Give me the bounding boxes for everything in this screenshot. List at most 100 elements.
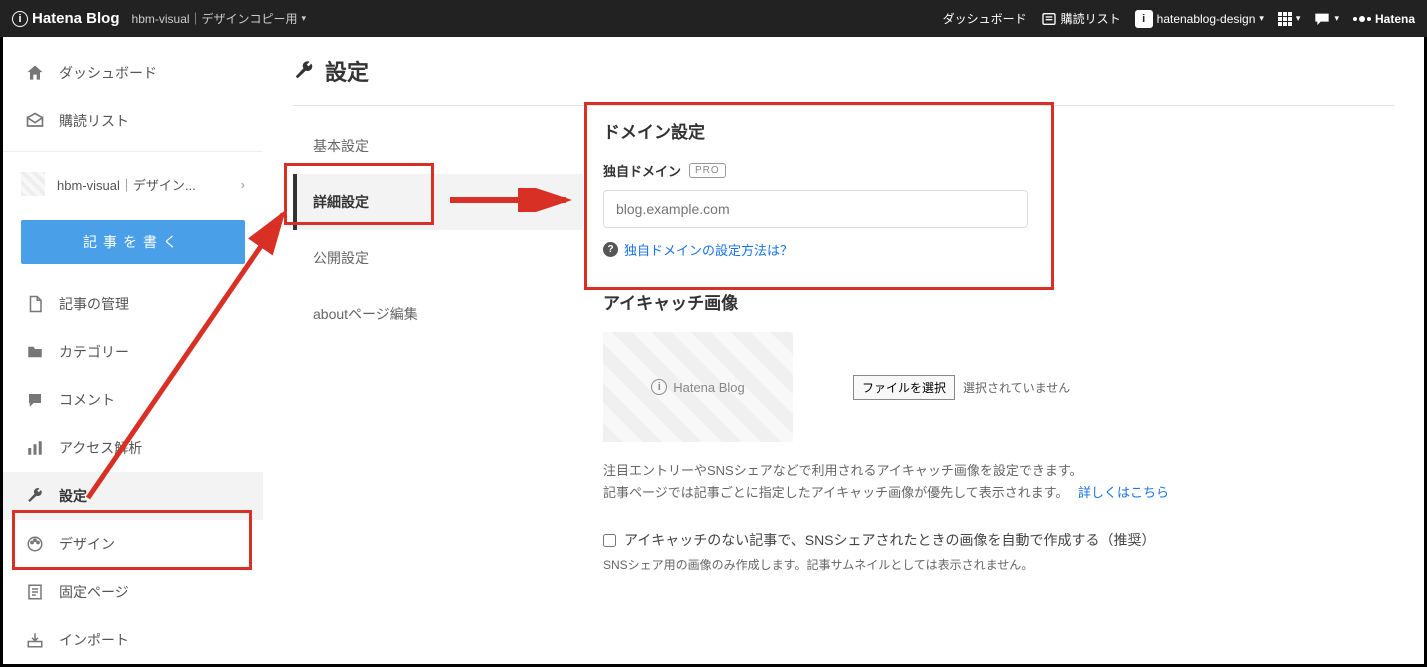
topbar-left: i Hatena Blog hbm-visual｜デザインコピー用 bbox=[12, 10, 306, 27]
page-icon bbox=[25, 582, 45, 602]
caret-down-icon: ▾ bbox=[1296, 13, 1301, 24]
wrench-icon bbox=[293, 60, 315, 82]
reading-list-label: 購読リスト bbox=[1061, 10, 1121, 27]
section-domain: ドメイン設定 独自ドメイン PRO ? 独自ドメインの設定方法は？ bbox=[603, 118, 1394, 259]
chevron-right-icon: › bbox=[241, 177, 245, 192]
sidebar-item-pages[interactable]: 固定ページ bbox=[3, 568, 263, 616]
speech-bubble-icon bbox=[1314, 12, 1330, 26]
blog-selector[interactable]: hbm-visual｜デザイン... › bbox=[3, 158, 263, 210]
sidebar-item-label: 固定ページ bbox=[59, 582, 129, 602]
topbar-reading-list-link[interactable]: 購読リスト bbox=[1041, 10, 1121, 27]
pro-badge: PRO bbox=[689, 163, 726, 178]
file-select-button[interactable]: ファイルを選択 bbox=[853, 375, 955, 400]
domain-field-label-text: 独自ドメイン bbox=[603, 161, 681, 180]
wrench-icon bbox=[25, 486, 45, 506]
content: 設定 基本設定 詳細設定 公開設定 aboutページ編集 ドメイン設定 bbox=[263, 37, 1424, 664]
help-icon: ? bbox=[603, 242, 618, 257]
sidebar-item-label: アクセス解析 bbox=[59, 438, 142, 458]
blog-selector-label: hbm-visual｜デザイン... bbox=[57, 175, 229, 194]
tab-about[interactable]: aboutページ編集 bbox=[293, 286, 583, 342]
sidebar-item-label: 購読リスト bbox=[59, 111, 129, 131]
hatena-brand-link[interactable]: Hatena bbox=[1353, 12, 1415, 26]
sidebar-item-label: インポート bbox=[59, 630, 129, 650]
blog-switcher-label: hbm-visual｜デザインコピー用 bbox=[132, 10, 298, 27]
palette-icon bbox=[25, 534, 45, 554]
sidebar-item-label: ダッシュボード bbox=[59, 63, 157, 83]
sidebar-item-comments[interactable]: コメント bbox=[3, 376, 263, 424]
tab-advanced[interactable]: 詳細設定 bbox=[293, 174, 583, 230]
chart-icon bbox=[25, 438, 45, 458]
eyecatch-auto-checkbox-row[interactable]: アイキャッチのない記事で、SNSシェアされたときの画像を自動で作成する（推奨） bbox=[603, 530, 1394, 550]
domain-field-label: 独自ドメイン PRO bbox=[603, 161, 1394, 180]
eyecatch-desc-2: 記事ページでは記事ごとに指定したアイキャッチ画像が優先して表示されます。 bbox=[603, 485, 1068, 500]
topbar: i Hatena Blog hbm-visual｜デザインコピー用 ダッシュボー… bbox=[0, 0, 1427, 37]
topbar-dashboard-link[interactable]: ダッシュボード bbox=[943, 10, 1027, 27]
write-post-button[interactable]: 記事を書く bbox=[21, 220, 245, 264]
caret-down-icon: ▾ bbox=[1259, 13, 1264, 24]
document-icon bbox=[25, 294, 45, 314]
logo-mark-icon: i bbox=[651, 379, 667, 395]
grid-icon bbox=[1278, 12, 1292, 26]
eyecatch-preview-label: Hatena Blog bbox=[673, 380, 745, 395]
file-row: ファイルを選択 選択されていません bbox=[853, 375, 1070, 400]
logo-mark-icon: i bbox=[12, 11, 28, 27]
comment-icon bbox=[25, 390, 45, 410]
tab-publish[interactable]: 公開設定 bbox=[293, 230, 583, 286]
eyecatch-more-link[interactable]: 詳しくはこちら bbox=[1078, 485, 1169, 500]
page-title-text: 設定 bbox=[325, 55, 369, 87]
section-eyecatch: アイキャッチ画像 i Hatena Blog ファイルを選択 選択されていません… bbox=[603, 289, 1394, 573]
settings-body: 基本設定 詳細設定 公開設定 aboutページ編集 ドメイン設定 独自ドメイン … bbox=[293, 118, 1394, 603]
sidebar-item-categories[interactable]: カテゴリー bbox=[3, 328, 263, 376]
sidebar-item-label: 設定 bbox=[59, 486, 87, 506]
sidebar-item-posts[interactable]: 記事の管理 bbox=[3, 280, 263, 328]
file-status: 選択されていません bbox=[963, 379, 1070, 396]
sidebar-item-label: コメント bbox=[59, 390, 115, 410]
sidebar-item-settings[interactable]: 設定 bbox=[3, 472, 263, 520]
domain-help-link[interactable]: 独自ドメインの設定方法は？ bbox=[624, 240, 793, 259]
hatena-dots-icon bbox=[1353, 16, 1371, 22]
newspaper-icon bbox=[1041, 11, 1057, 27]
eyecatch-desc: 注目エントリーやSNSシェアなどで利用されるアイキャッチ画像を設定できます。 記… bbox=[603, 460, 1394, 504]
sidebar-item-design[interactable]: デザイン bbox=[3, 520, 263, 568]
user-label: hatenablog-design bbox=[1157, 12, 1256, 26]
sidebar: ダッシュボード 購読リスト hbm-visual｜デザイン... › 記事を書く… bbox=[3, 37, 263, 664]
sidebar-item-label: カテゴリー bbox=[59, 342, 129, 362]
eyecatch-checkbox-label: アイキャッチのない記事で、SNSシェアされたときの画像を自動で作成する（推奨） bbox=[624, 530, 1156, 550]
notifications[interactable]: ▾ bbox=[1314, 12, 1339, 26]
folder-icon bbox=[25, 342, 45, 362]
sidebar-item-analytics[interactable]: アクセス解析 bbox=[3, 424, 263, 472]
home-icon bbox=[25, 63, 45, 83]
eyecatch-desc-1: 注目エントリーやSNSシェアなどで利用されるアイキャッチ画像を設定できます。 bbox=[603, 460, 1394, 482]
eyecatch-desc-2-row: 記事ページでは記事ごとに指定したアイキャッチ画像が優先して表示されます。 詳しく… bbox=[603, 482, 1394, 504]
sidebar-item-dashboard[interactable]: ダッシュボード bbox=[3, 49, 263, 97]
sidebar-item-import[interactable]: インポート bbox=[3, 616, 263, 664]
blog-switcher[interactable]: hbm-visual｜デザインコピー用 bbox=[132, 10, 307, 27]
blog-thumb-icon bbox=[21, 172, 45, 196]
domain-section-title: ドメイン設定 bbox=[603, 118, 1394, 143]
topbar-user-menu[interactable]: i hatenablog-design ▾ bbox=[1135, 10, 1264, 28]
eyecatch-row: i Hatena Blog ファイルを選択 選択されていません bbox=[603, 332, 1394, 442]
avatar-icon: i bbox=[1135, 10, 1153, 28]
settings-panel: ドメイン設定 独自ドメイン PRO ? 独自ドメインの設定方法は？ アイキャッチ… bbox=[583, 118, 1394, 603]
sidebar-item-reading-list[interactable]: 購読リスト bbox=[3, 97, 263, 145]
hatena-brand-label: Hatena bbox=[1375, 12, 1415, 26]
domain-input[interactable] bbox=[603, 190, 1028, 228]
sidebar-item-label: デザイン bbox=[59, 534, 115, 554]
eyecatch-auto-checkbox[interactable] bbox=[603, 534, 616, 547]
logo-text: Hatena Blog bbox=[32, 10, 120, 27]
apps-menu[interactable]: ▾ bbox=[1278, 12, 1301, 26]
sidebar-item-label: 記事の管理 bbox=[59, 294, 129, 314]
settings-tabs: 基本設定 詳細設定 公開設定 aboutページ編集 bbox=[293, 118, 583, 603]
page-title: 設定 bbox=[293, 55, 1394, 106]
tab-basic[interactable]: 基本設定 bbox=[293, 118, 583, 174]
eyecatch-preview: i Hatena Blog bbox=[603, 332, 793, 442]
import-icon bbox=[25, 630, 45, 650]
domain-help: ? 独自ドメインの設定方法は？ bbox=[603, 240, 1394, 259]
eyecatch-section-title: アイキャッチ画像 bbox=[603, 289, 1394, 314]
topbar-right: ダッシュボード 購読リスト i hatenablog-design ▾ ▾ ▾ … bbox=[943, 10, 1415, 28]
divider bbox=[3, 151, 263, 152]
hatena-blog-logo[interactable]: i Hatena Blog bbox=[12, 10, 120, 27]
inbox-icon bbox=[25, 111, 45, 131]
eyecatch-small-desc: SNSシェア用の画像のみ作成します。記事サムネイルとしては表示されません。 bbox=[603, 556, 1394, 573]
main-wrap: ダッシュボード 購読リスト hbm-visual｜デザイン... › 記事を書く… bbox=[3, 37, 1424, 664]
